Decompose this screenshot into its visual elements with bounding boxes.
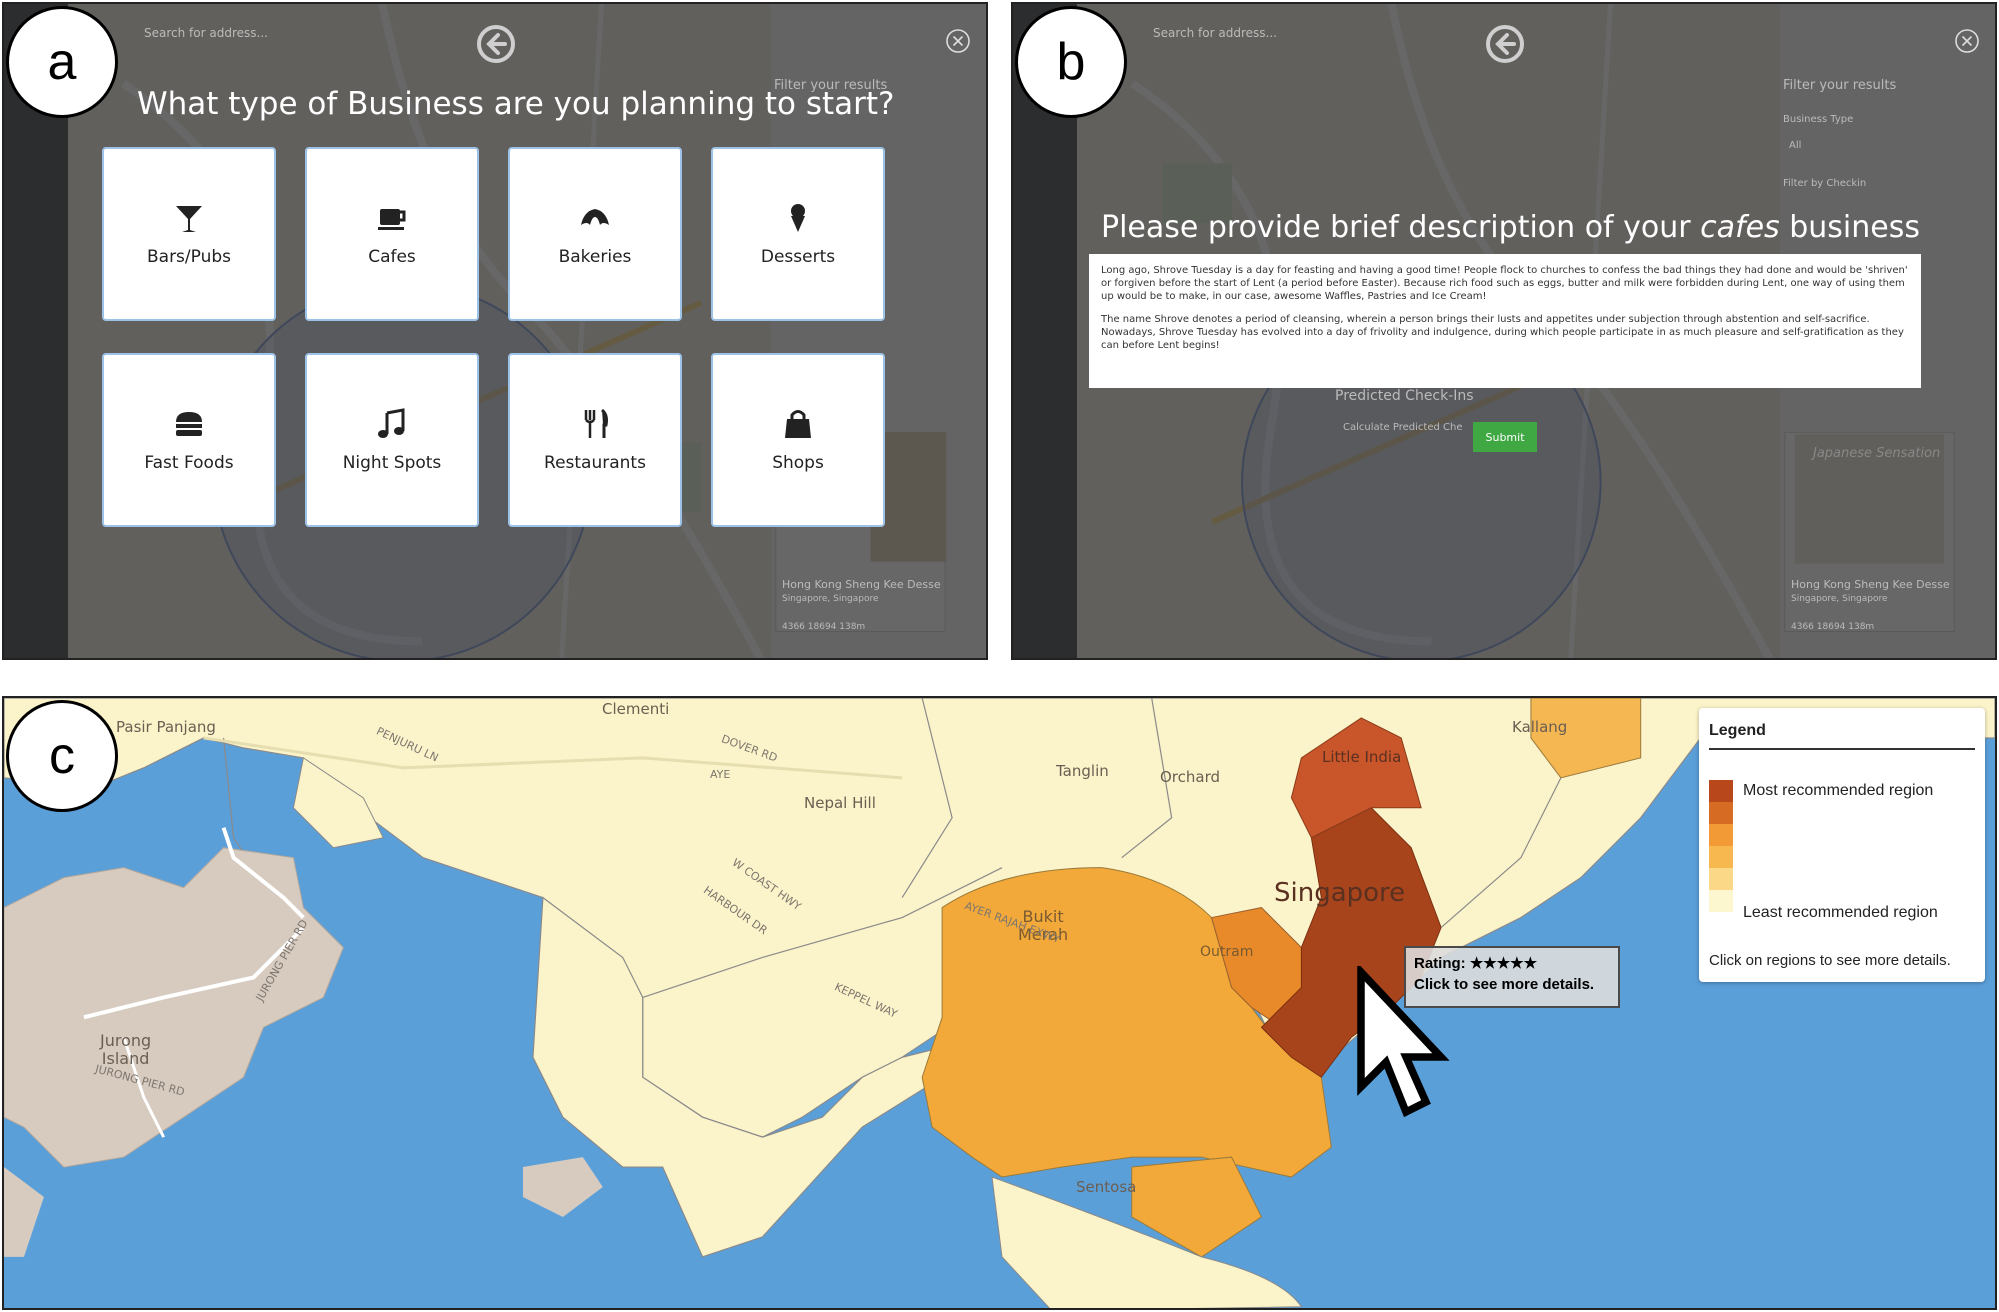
mouse-pointer-icon — [1357, 966, 1450, 1118]
card-image-text: Japanese Sensation — [1813, 446, 1941, 461]
tile-restaurants[interactable]: Restaurants — [508, 353, 682, 527]
panel-letter-b: b — [1015, 6, 1127, 118]
search-placeholder: Search for address... — [144, 26, 268, 40]
title-suffix: business — [1779, 210, 1920, 245]
tile-shops[interactable]: Shops — [711, 353, 885, 527]
legend-swatch — [1709, 890, 1733, 912]
fork-knife-icon — [584, 408, 608, 438]
calc-button-label: Calculate Predicted Che — [1343, 422, 1463, 433]
tile-night-spots[interactable]: Night Spots — [305, 353, 479, 527]
search-placeholder: Search for address... — [1153, 26, 1277, 40]
back-arrow-icon[interactable] — [476, 24, 516, 64]
checkin-label: Filter by Checkin — [1783, 178, 1867, 189]
tile-desserts[interactable]: Desserts — [711, 147, 885, 321]
tile-label: Fast Foods — [144, 453, 234, 473]
little-india-label: Little India — [1322, 748, 1402, 766]
panel-letter-c: c — [6, 700, 118, 812]
panel-a: Search for address... Filter your result… — [2, 2, 988, 660]
tile-label: Bakeries — [558, 247, 632, 267]
page-title: Please provide brief description of your… — [1101, 210, 1920, 245]
panel-letter-a: a — [6, 6, 118, 118]
predicted-label: Predicted Check-Ins — [1335, 388, 1474, 404]
legend-least: Least recommended region — [1743, 904, 1938, 921]
tanglin-label: Tanglin — [1056, 762, 1109, 780]
choropleth-map — [4, 698, 1995, 1308]
description-textarea[interactable]: Long ago, Shrove Tuesday is a day for fe… — [1089, 254, 1921, 388]
cocktail-icon — [176, 206, 202, 232]
nepal-hill-label: Nepal Hill — [804, 794, 876, 812]
business-type-value: All — [1789, 140, 1802, 151]
sentosa-label: Sentosa — [1076, 1178, 1137, 1196]
business-type-label: Business Type — [1783, 114, 1854, 125]
tile-label: Bars/Pubs — [146, 247, 232, 267]
legend-most: Most recommended region — [1743, 782, 1934, 799]
tile-bakeries[interactable]: Bakeries — [508, 147, 682, 321]
pasir-panjang-label: Pasir Panjang — [116, 718, 216, 736]
clementi-label: Clementi — [602, 700, 670, 718]
coffee-cup-icon — [378, 209, 406, 230]
ice-cream-icon — [791, 204, 805, 232]
tile-label: Desserts — [760, 247, 836, 267]
tile-fast-foods[interactable]: Fast Foods — [102, 353, 276, 527]
description-paragraph-2: The name Shrove denotes a period of clea… — [1101, 314, 1904, 351]
legend-hint: Click on regions to see more details. — [1709, 952, 1951, 969]
jurong-island-label: Jurong Island — [100, 1031, 152, 1069]
music-note-icon — [378, 408, 405, 438]
tile-label: Shops — [772, 453, 824, 473]
orchard-label: Orchard — [1160, 768, 1221, 786]
title-prefix: Please provide brief description of your — [1101, 210, 1701, 245]
tile-label: Cafes — [368, 247, 416, 267]
business-type-emphasis: cafes — [1700, 210, 1780, 245]
map-legend: Legend Most recommended region Least rec… — [1699, 708, 1985, 982]
tile-label: Restaurants — [544, 453, 646, 473]
card-subtitle: Singapore, Singapore — [782, 594, 879, 604]
back-arrow-icon[interactable] — [1485, 24, 1525, 64]
card-stats: 4366 18694 138m — [1791, 622, 1875, 632]
shopping-bag-icon — [785, 410, 811, 438]
filter-label: Filter your results — [1783, 78, 1897, 93]
legend-swatch — [1709, 780, 1733, 802]
description-paragraph-1: Long ago, Shrove Tuesday is a day for fe… — [1101, 265, 1908, 302]
legend-title: Legend — [1709, 722, 1975, 750]
legend-swatch — [1709, 824, 1733, 846]
tile-cafes[interactable]: Cafes — [305, 147, 479, 321]
tile-bars-pubs[interactable]: Bars/Pubs — [102, 147, 276, 321]
close-icon[interactable] — [1954, 28, 1980, 54]
card-stats: 4366 18694 138m — [782, 622, 866, 632]
submit-button[interactable]: Submit — [1473, 422, 1537, 452]
panel-b: Search for address... Filter your result… — [1011, 2, 1997, 660]
page-title: What type of Business are you planning t… — [137, 86, 895, 122]
road-label: AYE — [710, 768, 731, 781]
singapore-label: Singapore — [1274, 878, 1406, 908]
tile-label: Night Spots — [342, 453, 442, 473]
rating-stars: ★★★★★ — [1469, 955, 1538, 972]
outram-label: Outram — [1200, 944, 1254, 960]
legend-swatch — [1709, 846, 1733, 868]
card-title: Hong Kong Sheng Kee Desse — [782, 578, 941, 591]
close-icon[interactable] — [945, 28, 971, 54]
card-subtitle: Singapore, Singapore — [1791, 594, 1888, 604]
kallang-label: Kallang — [1512, 718, 1568, 736]
burger-icon — [176, 412, 202, 436]
card-title: Hong Kong Sheng Kee Desse — [1791, 578, 1950, 591]
panel-c: c Jurong Island JURONG PIER RD JURONG PI… — [2, 696, 1997, 1310]
legend-swatch — [1709, 868, 1733, 890]
legend-swatch — [1709, 802, 1733, 824]
croissant-icon — [581, 209, 609, 225]
